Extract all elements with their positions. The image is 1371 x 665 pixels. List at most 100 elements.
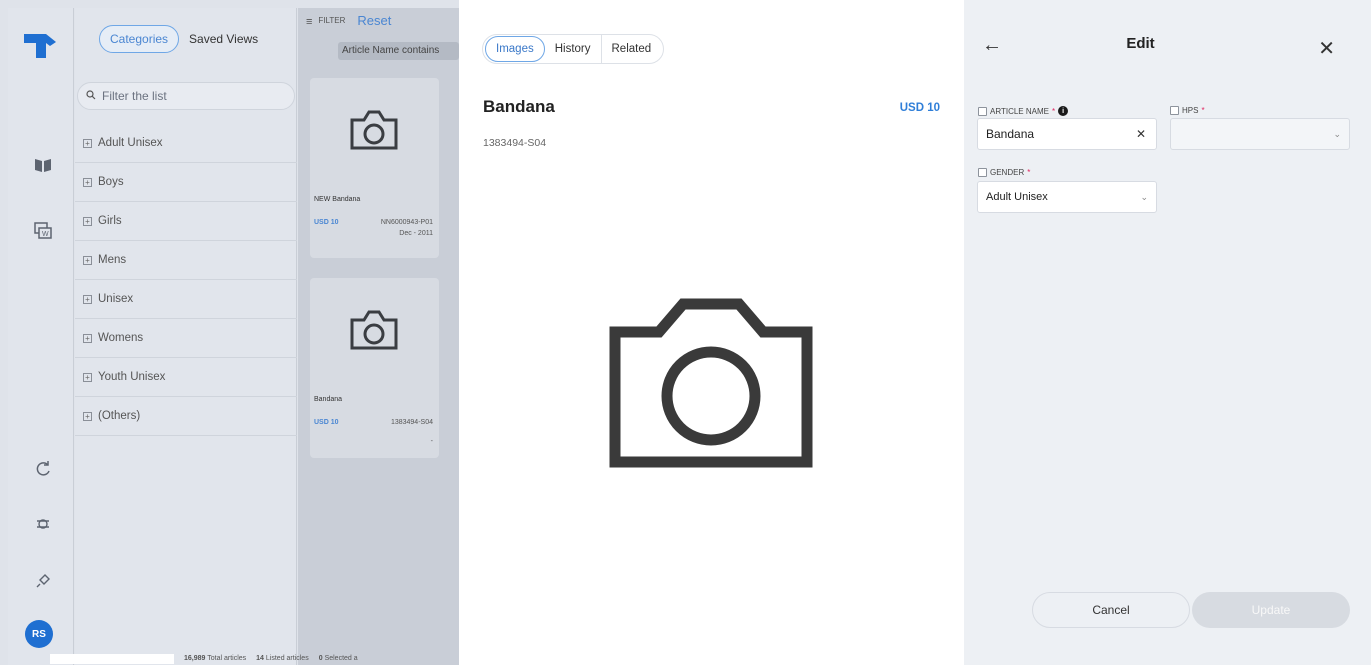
expand-icon: + [83,138,92,148]
status-box [50,653,174,664]
app-logo [22,32,60,63]
status-bar: 16,989 Total articles 14 Listed articles… [50,652,459,665]
filter-list-placeholder: Filter the list [102,89,167,103]
tab-images[interactable]: Images [485,36,545,62]
expand-icon: + [83,216,92,226]
article-detail-panel: Images History Related Bandana USD 10 13… [459,0,964,665]
card-extra: - [430,438,433,445]
edit-title: Edit [1126,35,1155,52]
gender-label: GENDER [990,168,1025,177]
card-price: USD 10 [314,219,339,226]
expand-icon: + [83,294,92,304]
category-label: (Others) [98,410,141,422]
card-extra: Dec - 2011 [399,230,433,237]
category-label: Mens [98,254,127,266]
status-selected: 0 Selected a [318,655,358,662]
filter-header: ≡ FILTER Reset [306,13,391,28]
gender-value: Adult Unisex [986,191,1048,203]
expand-icon: + [83,177,92,187]
camera-icon [609,298,813,473]
article-code: 1383494-S04 [483,137,547,149]
integrations-icon[interactable] [32,513,54,535]
edit-panel: ← Edit ✕ ARTICLE NAME * i Bandana ✕ HPS … [964,0,1371,665]
category-item[interactable]: + Boys [75,163,297,202]
expand-icon: + [83,333,92,343]
gender-checkbox[interactable] [978,168,987,177]
card-price: USD 10 [314,419,339,426]
category-panel: Categories Saved Views Filter the list +… [75,8,297,665]
segment-saved-views[interactable]: Saved Views [179,26,268,52]
category-item[interactable]: + (Others) [75,397,297,436]
article-price: USD 10 [899,102,940,114]
category-label: Unisex [98,293,134,305]
category-item[interactable]: + Girls [75,202,297,241]
card-name: NEW Bandana [314,196,361,203]
expand-icon: + [83,411,92,421]
category-label: Youth Unisex [98,371,166,383]
category-item[interactable]: + Mens [75,241,297,280]
filter-list-input[interactable]: Filter the list [77,82,295,110]
pin-icon[interactable] [32,570,54,592]
svg-text:W: W [42,231,49,238]
filter-chip[interactable]: Article Name contains [338,42,459,60]
detail-tabs: Images History Related [482,34,665,64]
article-card[interactable]: Bandana USD 10 1383494-S04 - [310,278,439,458]
info-icon[interactable]: i [1058,106,1069,116]
card-code: 1383494-S04 [390,419,433,426]
filter-label: FILTER [318,16,346,25]
required-mark: * [1027,168,1031,177]
article-grid: ≡ FILTER Reset Article Name contains NEW… [298,8,459,665]
clear-icon[interactable]: ✕ [1136,127,1146,141]
category-item[interactable]: + Youth Unisex [75,358,297,397]
camera-icon [348,308,400,357]
cancel-button[interactable]: Cancel [1032,592,1190,628]
tab-related[interactable]: Related [602,37,662,61]
card-name: Bandana [314,396,343,403]
search-icon [86,89,96,103]
article-name-field[interactable]: Bandana ✕ [977,118,1157,150]
category-list: + Adult Unisex + Boys + Girls + Mens + Unisex… [75,124,297,436]
article-name-label: ARTICLE NAME [990,106,1049,116]
article-title: Bandana [483,97,555,116]
category-label: Womens [98,332,144,344]
required-mark: * [1051,106,1056,116]
tab-history[interactable]: History [545,37,601,61]
category-item[interactable]: + Womens [75,319,297,358]
category-item[interactable]: + Adult Unisex [75,124,297,163]
view-segment: Categories Saved Views [99,24,268,54]
background-app: W RS Categories Saved Views Filter the l… [0,0,459,665]
chevron-down-icon: ⌄ [1140,191,1148,202]
user-avatar[interactable]: RS [25,620,53,648]
camera-icon [348,108,400,157]
filter-sort-icon[interactable]: ≡ [306,16,312,28]
category-label: Boys [98,176,124,188]
status-total: 16,989 Total articles [184,655,247,662]
chevron-down-icon: ⌄ [1333,128,1341,139]
gender-select[interactable]: Adult Unisex ⌄ [977,181,1157,213]
required-mark: * [1201,106,1205,115]
category-label: Girls [98,215,122,227]
close-icon[interactable]: ✕ [1318,36,1335,61]
reset-button[interactable]: Reset [357,13,391,28]
expand-icon: + [83,255,92,265]
hps-label-row: HPS * [1170,106,1205,115]
nav-rail: W RS [8,8,74,665]
article-card[interactable]: NEW Bandana USD 10 NN6000943-P01 Dec - 2… [310,78,439,258]
hps-select[interactable]: ⌄ [1170,118,1350,150]
hps-checkbox[interactable] [1170,106,1179,115]
article-name-checkbox[interactable] [978,106,987,116]
article-name-label-row: ARTICLE NAME * i [978,106,1069,116]
gender-label-row: GENDER * [978,168,1030,177]
workspace-icon[interactable]: W [32,220,54,242]
expand-icon: + [83,372,92,382]
update-button[interactable]: Update [1192,592,1350,628]
refresh-icon[interactable] [32,458,54,480]
hps-label: HPS [1182,106,1199,115]
status-listed: 14 Listed articles [256,655,309,662]
article-name-value: Bandana [986,127,1035,141]
category-item[interactable]: + Unisex [75,280,297,319]
category-label: Adult Unisex [98,137,163,149]
card-code: NN6000943-P01 [380,219,433,226]
catalog-icon[interactable] [32,154,54,176]
segment-categories[interactable]: Categories [99,25,180,53]
